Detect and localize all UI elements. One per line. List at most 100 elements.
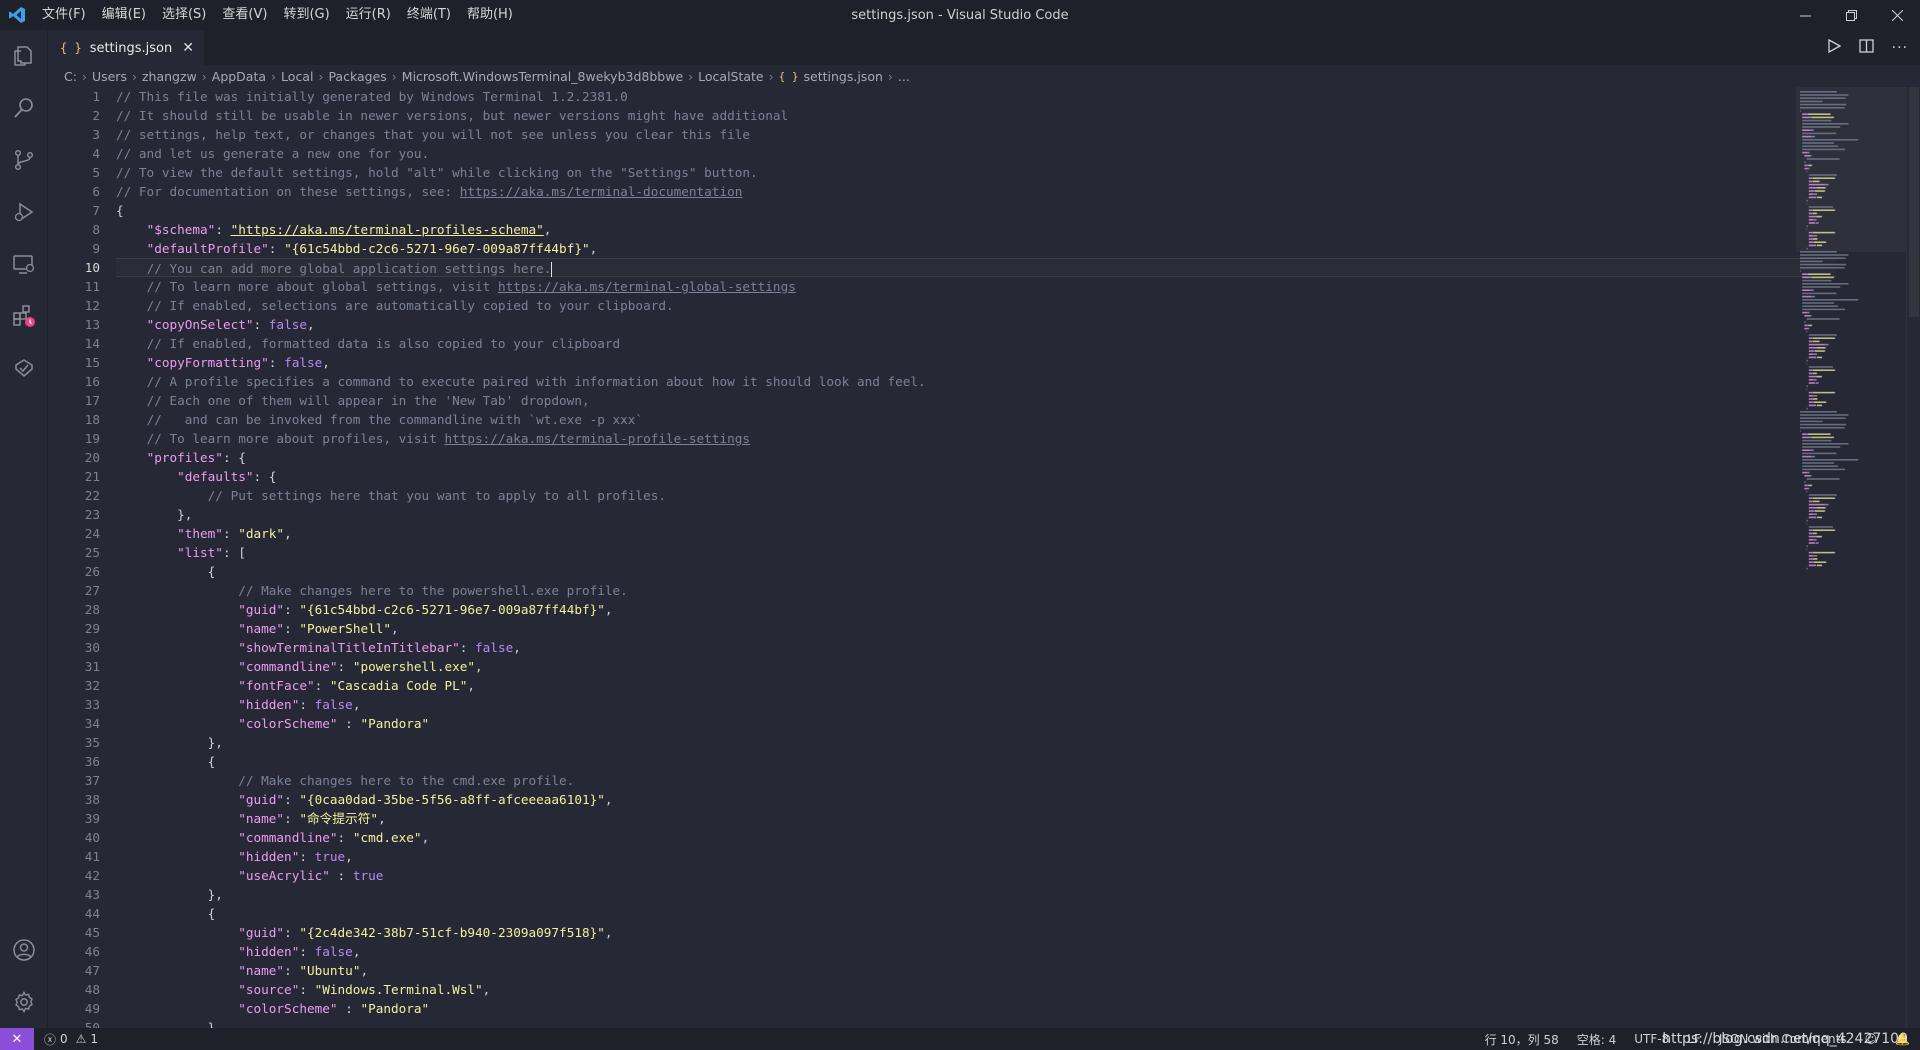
code-line[interactable]: }, bbox=[116, 1018, 1836, 1028]
code-line[interactable]: "them": "dark", bbox=[116, 524, 1836, 543]
code-line[interactable]: // For documentation on these settings, … bbox=[116, 182, 1836, 201]
minimap-line bbox=[1813, 539, 1816, 541]
code-line[interactable]: // Each one of them will appear in the '… bbox=[116, 391, 1836, 410]
code-line[interactable]: "useAcrylic" : true bbox=[116, 866, 1836, 885]
code-line[interactable]: }, bbox=[116, 885, 1836, 904]
settings-gear-icon[interactable] bbox=[0, 976, 48, 1028]
code-line[interactable]: // A profile specifies a command to exec… bbox=[116, 372, 1836, 391]
close-tab-icon[interactable]: ✕ bbox=[182, 40, 194, 56]
code-line[interactable]: "name": "Ubuntu", bbox=[116, 961, 1836, 980]
code-line[interactable]: // and can be invoked from the commandli… bbox=[116, 410, 1836, 429]
code-line[interactable]: // settings, help text, or changes that … bbox=[116, 125, 1836, 144]
close-window-icon[interactable] bbox=[1874, 0, 1920, 30]
problems-indicator[interactable]: ⓧ 0 ⚠ 1 bbox=[44, 1031, 98, 1048]
code-line[interactable]: "commandline": "powershell.exe", bbox=[116, 657, 1836, 676]
code-line[interactable]: // To learn more about global settings, … bbox=[116, 277, 1836, 296]
breadcrumb-item[interactable]: zhangzw bbox=[142, 69, 197, 84]
code-line[interactable]: "defaultProfile": "{61c54bbd-c2c6-5271-9… bbox=[116, 239, 1836, 258]
code-line[interactable]: // and let us generate a new one for you… bbox=[116, 144, 1836, 163]
code-token: "Ubuntu" bbox=[299, 963, 361, 978]
minimap-line bbox=[1816, 347, 1826, 349]
testing-icon[interactable] bbox=[0, 342, 48, 394]
code-line[interactable]: "showTerminalTitleInTitlebar": false, bbox=[116, 638, 1836, 657]
code-line[interactable]: "source": "Windows.Terminal.Wsl", bbox=[116, 980, 1836, 999]
split-editor-icon[interactable] bbox=[1858, 38, 1874, 57]
minimap-viewport[interactable] bbox=[1796, 87, 1906, 252]
code-lines[interactable]: // This file was initially generated by … bbox=[116, 87, 1836, 1028]
code-line[interactable]: "guid": "{2c4de342-38b7-51cf-b940-2309a0… bbox=[116, 923, 1836, 942]
explorer-icon[interactable] bbox=[0, 30, 48, 82]
menu-item[interactable]: 帮助(H) bbox=[459, 0, 521, 30]
breadcrumb-item[interactable]: ... bbox=[898, 69, 910, 84]
code-line[interactable]: "copyOnSelect": false, bbox=[116, 315, 1836, 334]
menu-item[interactable]: 运行(R) bbox=[338, 0, 399, 30]
breadcrumb-item[interactable]: Microsoft.WindowsTerminal_8wekyb3d8bbwe bbox=[402, 69, 683, 84]
code-line[interactable]: "hidden": true, bbox=[116, 847, 1836, 866]
code-line[interactable]: "list": [ bbox=[116, 543, 1836, 562]
code-line[interactable]: { bbox=[116, 904, 1836, 923]
code-line[interactable]: "colorScheme" : "Pandora" bbox=[116, 714, 1836, 733]
code-line[interactable]: // Put settings here that you want to ap… bbox=[116, 486, 1836, 505]
code-line[interactable]: "hidden": false, bbox=[116, 695, 1836, 714]
breadcrumb-item[interactable]: Users bbox=[92, 69, 127, 84]
vscode-logo-icon[interactable] bbox=[0, 0, 34, 30]
code-line[interactable]: "fontFace": "Cascadia Code PL", bbox=[116, 676, 1836, 695]
code-line[interactable]: "colorScheme" : "Pandora" bbox=[116, 999, 1836, 1018]
menu-item[interactable]: 选择(S) bbox=[154, 0, 214, 30]
code-line[interactable]: }, bbox=[116, 505, 1836, 524]
code-line[interactable]: "guid": "{61c54bbd-c2c6-5271-96e7-009a87… bbox=[116, 600, 1836, 619]
remote-indicator-icon[interactable]: ✕ bbox=[0, 1028, 34, 1050]
code-line[interactable]: { bbox=[116, 562, 1836, 581]
breadcrumb-item[interactable]: AppData bbox=[212, 69, 266, 84]
minimize-icon[interactable] bbox=[1782, 0, 1828, 30]
menu-item[interactable]: 转到(G) bbox=[275, 0, 337, 30]
code-line[interactable]: // If enabled, formatted data is also co… bbox=[116, 334, 1836, 353]
code-line[interactable]: // You can add more global application s… bbox=[116, 258, 1836, 277]
code-line[interactable]: // Make changes here to the cmd.exe prof… bbox=[116, 771, 1836, 790]
code-line[interactable]: "profiles": { bbox=[116, 448, 1836, 467]
vertical-scrollbar[interactable] bbox=[1906, 87, 1920, 1028]
code-line[interactable]: // This file was initially generated by … bbox=[116, 87, 1836, 106]
code-line[interactable]: { bbox=[116, 752, 1836, 771]
scrollbar-thumb[interactable] bbox=[1909, 87, 1919, 317]
breadcrumb-item[interactable]: C: bbox=[64, 69, 77, 84]
code-line[interactable]: // It should still be usable in newer ve… bbox=[116, 106, 1836, 125]
code-line[interactable]: { bbox=[116, 201, 1836, 220]
code-editor[interactable]: 1 2 3 4 5 6 7 8 9 10 11 12 13 14 15 16 17 18 19 20 21 22 23 24 2… bbox=[48, 87, 1920, 1028]
code-line[interactable]: // If enabled, selections are automatica… bbox=[116, 296, 1836, 315]
remote-explorer-icon[interactable] bbox=[0, 238, 48, 290]
run-icon[interactable] bbox=[1827, 38, 1841, 57]
code-line[interactable]: }, bbox=[116, 733, 1836, 752]
extensions-icon[interactable] bbox=[0, 290, 48, 342]
code-line[interactable]: "$schema": "https://aka.ms/terminal-prof… bbox=[116, 220, 1836, 239]
code-line[interactable]: "name": "命令提示符", bbox=[116, 809, 1836, 828]
indentation[interactable]: 空格: 4 bbox=[1577, 1031, 1617, 1048]
code-line[interactable]: "commandline": "cmd.exe", bbox=[116, 828, 1836, 847]
code-line[interactable]: // To view the default settings, hold "a… bbox=[116, 163, 1836, 182]
cursor-position[interactable]: 行 10，列 58 bbox=[1485, 1031, 1559, 1048]
more-actions-icon[interactable]: ··· bbox=[1892, 40, 1908, 56]
code-line[interactable]: "defaults": { bbox=[116, 467, 1836, 486]
code-line[interactable]: "guid": "{0caa0dad-35be-5f56-a8ff-afceee… bbox=[116, 790, 1836, 809]
minimap[interactable] bbox=[1796, 87, 1906, 1028]
search-icon[interactable] bbox=[0, 82, 48, 134]
menu-item[interactable]: 编辑(E) bbox=[94, 0, 154, 30]
breadcrumb-item[interactable]: Local bbox=[281, 69, 313, 84]
code-line[interactable]: // Make changes here to the powershell.e… bbox=[116, 581, 1836, 600]
code-line[interactable]: "name": "PowerShell", bbox=[116, 619, 1836, 638]
breadcrumb-item[interactable]: settings.json bbox=[804, 69, 883, 84]
source-control-icon[interactable] bbox=[0, 134, 48, 186]
account-icon[interactable] bbox=[0, 924, 48, 976]
run-debug-icon[interactable] bbox=[0, 186, 48, 238]
menu-item[interactable]: 文件(F) bbox=[34, 0, 94, 30]
menu-item[interactable]: 终端(T) bbox=[399, 0, 459, 30]
tab-settings-json[interactable]: { } settings.json ✕ bbox=[48, 30, 204, 65]
code-line[interactable]: // To learn more about profiles, visit h… bbox=[116, 429, 1836, 448]
code-line[interactable]: "hidden": false, bbox=[116, 942, 1836, 961]
line-number: 37 bbox=[84, 773, 100, 788]
breadcrumb-item[interactable]: Packages bbox=[328, 69, 386, 84]
breadcrumb-item[interactable]: LocalState bbox=[698, 69, 764, 84]
code-line[interactable]: "copyFormatting": false, bbox=[116, 353, 1836, 372]
restore-icon[interactable] bbox=[1828, 0, 1874, 30]
menu-item[interactable]: 查看(V) bbox=[214, 0, 275, 30]
